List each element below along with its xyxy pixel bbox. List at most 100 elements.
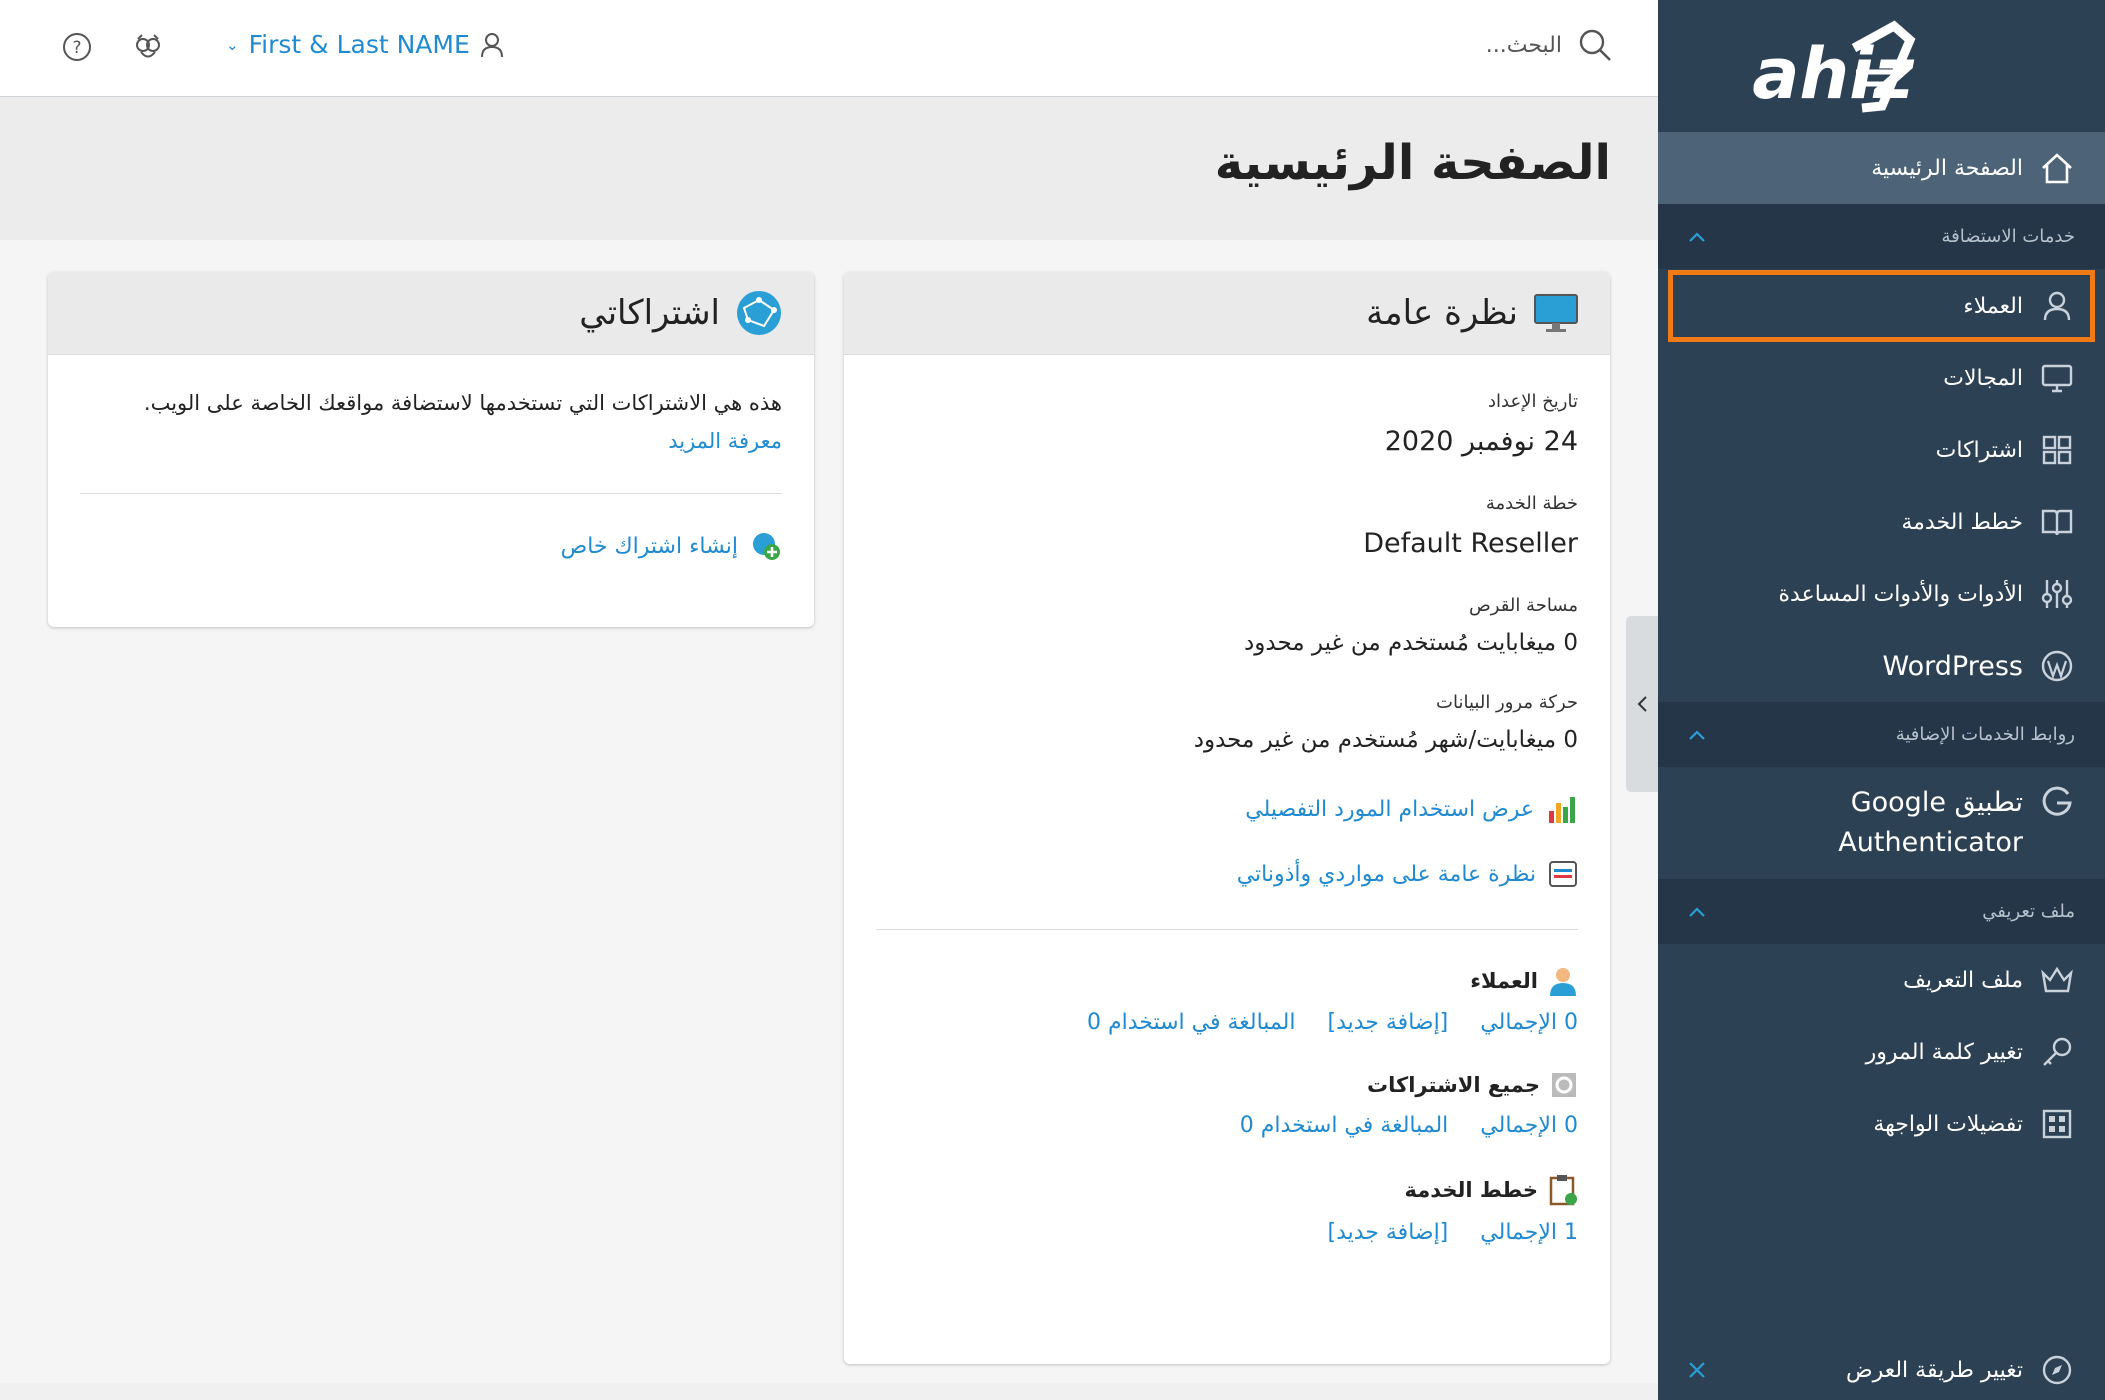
- plesk-owl-icon[interactable]: [132, 31, 164, 63]
- compass-icon: [2039, 1352, 2075, 1388]
- disk-value: 0 ميغابايت مُستخدم من غير محدود: [1244, 630, 1578, 656]
- nav-subscriptions[interactable]: اشتراكات: [1658, 414, 2105, 486]
- nav-wordpress[interactable]: WordPress: [1658, 630, 2105, 702]
- chevron-up-icon: [1689, 729, 1705, 740]
- usage-link[interactable]: عرض استخدام المورد التفصيلي: [876, 793, 1578, 825]
- plans-title: خطط الخدمة: [1404, 1178, 1538, 1202]
- top-bar: ? ⌄ First & Last NAME: [0, 0, 1658, 97]
- help-icon[interactable]: ?: [61, 31, 93, 63]
- nav-interface-preferences-label: تفضيلات الواجهة: [1873, 1111, 2023, 1137]
- monitor-outline-icon: [2039, 360, 2075, 396]
- overview-card: نظرة عامة تاريخ الإعداد 24 نوفمبر 2020 خ…: [844, 272, 1610, 1364]
- section-profile-label: ملف تعريفي: [1982, 901, 2075, 922]
- nav-profile[interactable]: ملف التعريف: [1658, 944, 2105, 1016]
- chevron-down-icon: ⌄: [226, 35, 239, 54]
- nav-domains[interactable]: المجالات: [1658, 342, 2105, 414]
- sidebar-collapse-handle[interactable]: [1626, 616, 1658, 792]
- nav-tools-label: الأدوات والأدوات المساعدة: [1778, 581, 2023, 607]
- plans-add-link[interactable]: [إضافة جديد]: [1327, 1220, 1448, 1245]
- usage-link-label[interactable]: عرض استخدام المورد التفصيلي: [1245, 797, 1534, 822]
- subscriptions-total[interactable]: 0 الإجمالي: [1480, 1113, 1578, 1138]
- nav-domains-label: المجالات: [1943, 365, 2023, 391]
- nav-google-authenticator-label: تطبيق Google Authenticator: [1838, 787, 2023, 858]
- customers-title: العملاء: [1470, 969, 1538, 993]
- subscriptions-overuse[interactable]: المبالغة في استخدام 0: [1240, 1113, 1449, 1138]
- create-subscription-link[interactable]: إنشاء اشتراك خاص: [80, 530, 782, 562]
- learn-more-link[interactable]: معرفة المزيد: [80, 429, 782, 453]
- page-header: الصفحة الرئيسية: [0, 97, 1658, 240]
- nav-home-label: الصفحة الرئيسية: [1871, 155, 2023, 181]
- customers-overuse[interactable]: المبالغة في استخدام 0: [1087, 1010, 1296, 1035]
- section-extensions[interactable]: روابط الخدمات الإضافية: [1658, 702, 2105, 767]
- crown-icon: [2039, 962, 2075, 998]
- chevron-up-icon: [1689, 906, 1705, 917]
- svg-text:?: ?: [72, 38, 81, 58]
- hebergeur-tahiz-logo[interactable]: hebe ahiz: [1686, 18, 2086, 118]
- sliders-icon: [2039, 576, 2075, 612]
- subscriptions-description: هذه هي الاشتراكات التي تستخدمها لاستضافة…: [143, 391, 782, 415]
- search-input[interactable]: [1342, 32, 1562, 58]
- plans-section: خطط الخدمة: [876, 1174, 1578, 1206]
- traffic-value: 0 ميغابايت/شهر مُستخدم من غير محدود: [1193, 727, 1578, 753]
- nav-wordpress-label: WordPress: [1882, 650, 2023, 682]
- my-subscriptions-header: اشتراكاتي: [48, 272, 814, 355]
- close-icon[interactable]: [1688, 1361, 1706, 1379]
- nav-profile-label: ملف التعريف: [1903, 967, 2023, 993]
- grid-icon: [2039, 432, 2075, 468]
- layout-icon: [2039, 1106, 2075, 1142]
- sidebar: hebe ahiz الصفحة الرئيسية خدمات الاستضاف…: [1658, 0, 2105, 1400]
- globe-icon: [737, 291, 781, 335]
- resources-link-label[interactable]: نظرة عامة على مواردي وأذوناتي: [1237, 862, 1536, 887]
- customers-highlight-box: [1668, 270, 2095, 342]
- overview-card-header: نظرة عامة: [844, 272, 1610, 355]
- home-icon: [2042, 153, 2072, 184]
- nav-google-authenticator[interactable]: تطبيق Google Authenticator: [1658, 767, 2105, 879]
- plan-label: خطة الخدمة: [1485, 493, 1578, 514]
- plans-total[interactable]: 1 الإجمالي: [1480, 1220, 1578, 1245]
- customers-add-link[interactable]: [إضافة جديد]: [1327, 1010, 1448, 1035]
- create-subscription-label[interactable]: إنشاء اشتراك خاص: [561, 534, 738, 559]
- nav-home[interactable]: الصفحة الرئيسية: [1658, 132, 2105, 204]
- customers-stats: 0 الإجمالي [إضافة جديد] المبالغة في استخ…: [876, 1010, 1578, 1035]
- search-icon[interactable]: [1578, 28, 1612, 62]
- user-icon: [480, 32, 503, 57]
- section-hosting[interactable]: خدمات الاستضافة: [1658, 204, 2105, 269]
- section-profile[interactable]: ملف تعريفي: [1658, 879, 2105, 944]
- traffic-label: حركة مرور البيانات: [1436, 692, 1578, 713]
- nav-change-password[interactable]: تغيير كلمة المرور: [1658, 1016, 2105, 1088]
- svg-text:ahiz: ahiz: [1752, 33, 1915, 115]
- key-icon: [2039, 1034, 2075, 1070]
- disk-label: مساحة القرص: [1469, 595, 1578, 616]
- nav-tools[interactable]: الأدوات والأدوات المساعدة: [1658, 558, 2105, 630]
- subscriptions-section: جميع الاشتراكات: [876, 1071, 1578, 1099]
- section-extensions-label: روابط الخدمات الإضافية: [1895, 724, 2075, 745]
- subscriptions-divider: [80, 493, 782, 494]
- subscriptions-stats: 0 الإجمالي المبالغة في استخدام 0: [876, 1113, 1578, 1138]
- customers-total[interactable]: 0 الإجمالي: [1480, 1010, 1578, 1035]
- nav-subscriptions-label: اشتراكات: [1935, 437, 2023, 463]
- nav-change-view-label: تغيير طريقة العرض: [1846, 1357, 2023, 1383]
- user-name: First & Last NAME: [248, 30, 470, 59]
- resources-link[interactable]: نظرة عامة على مواردي وأذوناتي: [876, 859, 1578, 889]
- my-subscriptions-card: اشتراكاتي هذه هي الاشتراكات التي تستخدمه…: [48, 272, 814, 627]
- gear-icon: [1552, 1073, 1576, 1097]
- setup-date-label: تاريخ الإعداد: [1487, 391, 1578, 412]
- my-subscriptions-title: اشتراكاتي: [579, 293, 720, 333]
- setup-date-value: 24 نوفمبر 2020: [1384, 426, 1578, 457]
- nav-change-view[interactable]: تغيير طريقة العرض: [1658, 1340, 2105, 1400]
- subscriptions-title: جميع الاشتراكات: [1367, 1073, 1540, 1097]
- customer-icon: [1550, 968, 1576, 996]
- bar-chart-icon: [1549, 797, 1575, 823]
- wordpress-icon: [2039, 648, 2075, 684]
- overview-title: نظرة عامة: [1366, 293, 1518, 333]
- user-menu[interactable]: ⌄ First & Last NAME: [226, 30, 504, 59]
- nav-service-plans[interactable]: خطط الخدمة: [1658, 486, 2105, 558]
- monitor-icon: [1534, 294, 1578, 332]
- nav-interface-preferences[interactable]: تفضيلات الواجهة: [1658, 1088, 2105, 1160]
- book-icon: [2039, 504, 2075, 540]
- plan-value: Default Reseller: [1363, 528, 1578, 559]
- chevron-up-icon: [1689, 231, 1705, 242]
- section-hosting-label: خدمات الاستضافة: [1941, 226, 2076, 247]
- search-box[interactable]: [1342, 28, 1612, 62]
- nav-service-plans-label: خطط الخدمة: [1901, 509, 2023, 535]
